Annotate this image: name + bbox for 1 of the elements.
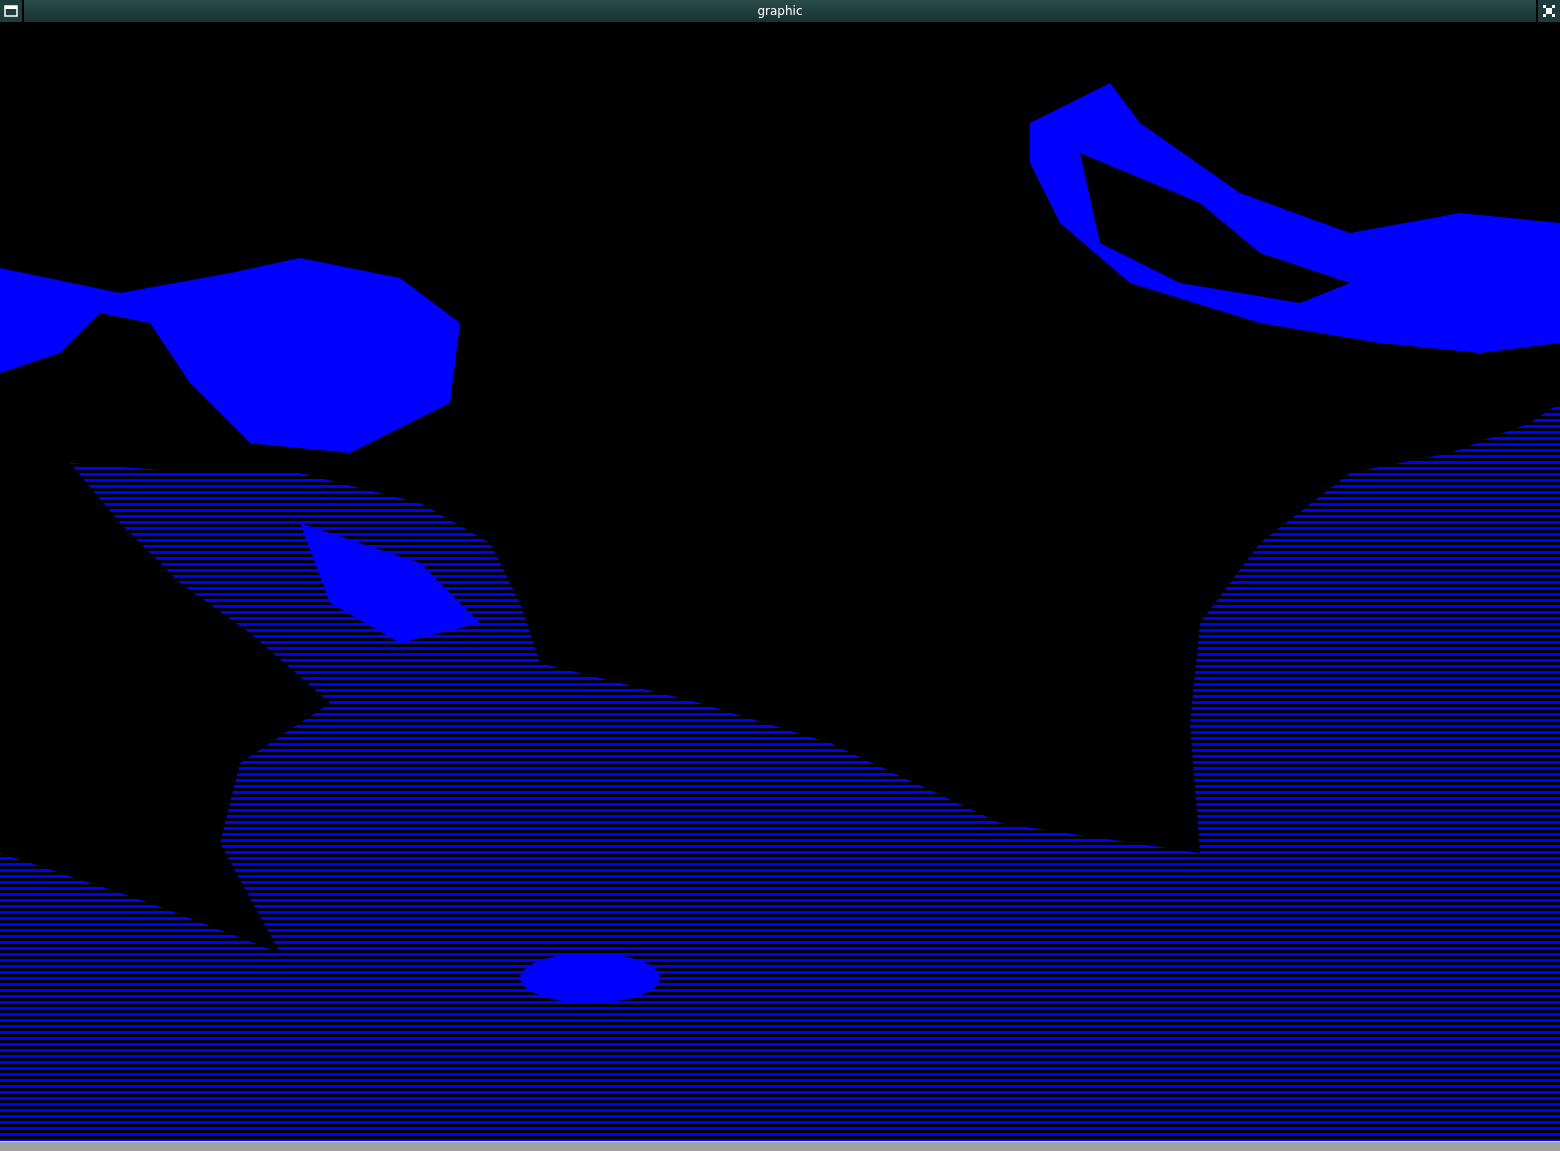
window-title: graphic <box>757 4 803 18</box>
